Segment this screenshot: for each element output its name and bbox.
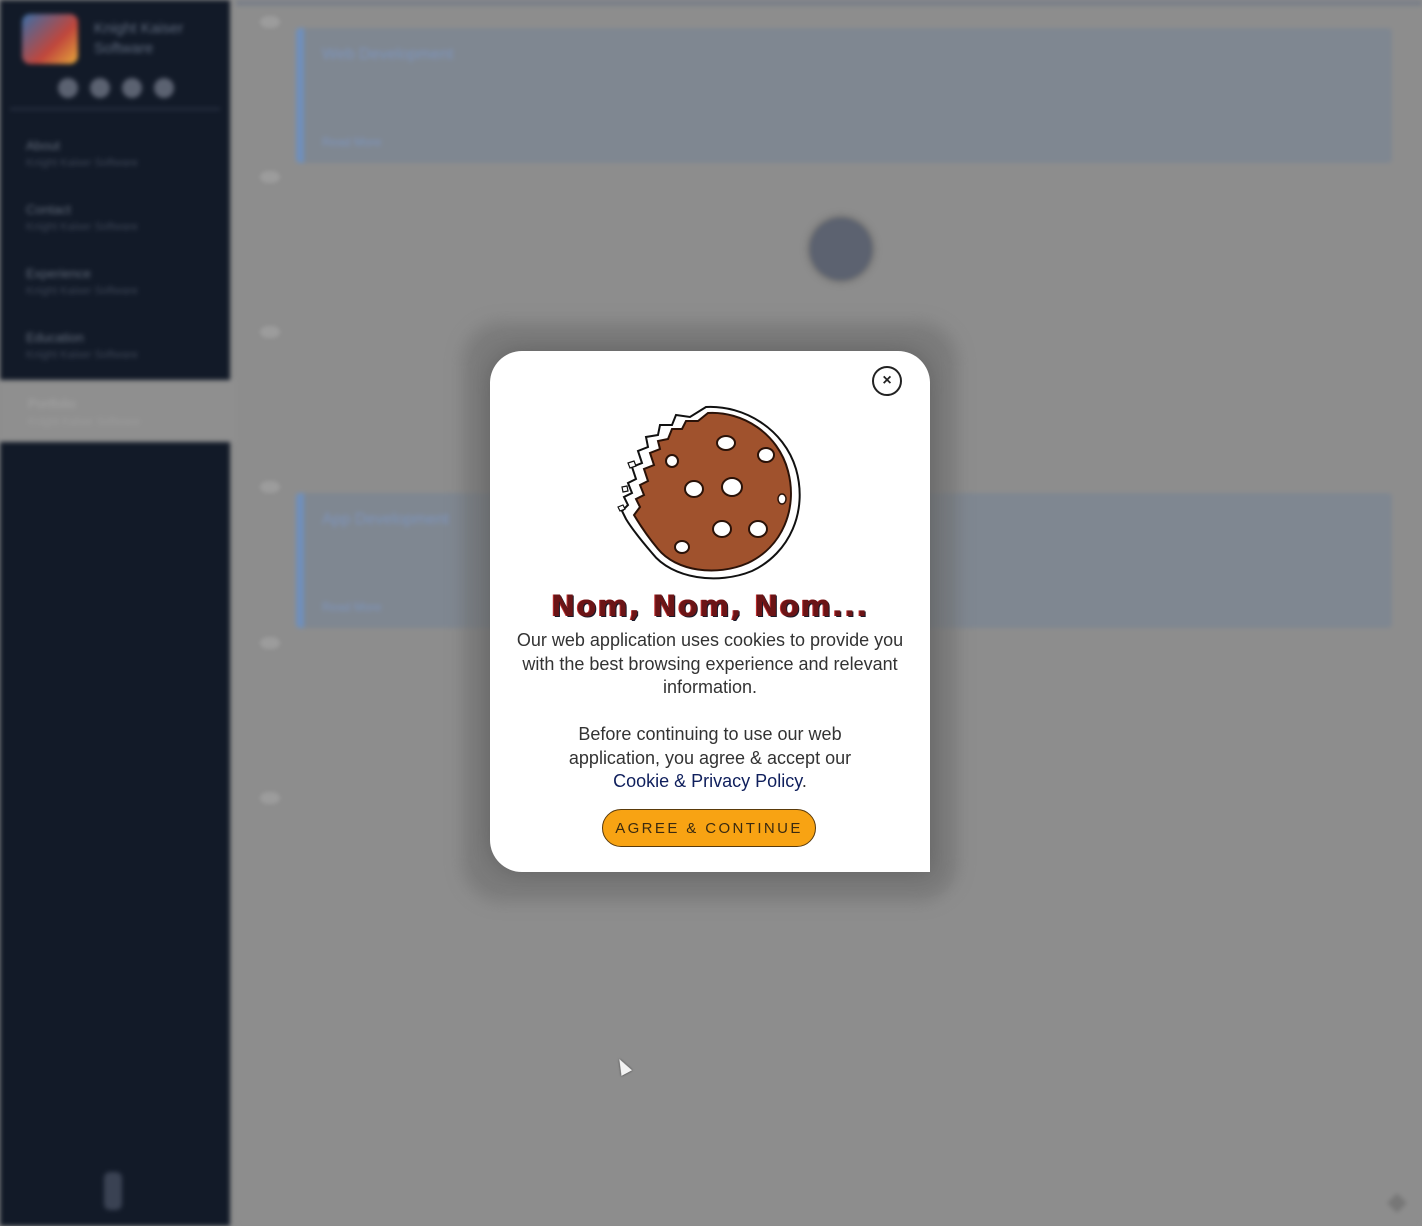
loading-spinner-icon: [810, 218, 872, 280]
scroll-top-icon[interactable]: [1387, 1193, 1407, 1213]
sidebar-item-subtitle: Knight Kaiser Software: [28, 416, 140, 428]
scroll-handle-icon[interactable]: [104, 1172, 122, 1210]
sidebar-item-subtitle: Knight Kaiser Software: [26, 349, 138, 361]
timeline-marker: [258, 169, 282, 185]
social-links: [58, 78, 174, 98]
sidebar-item-subtitle: Knight Kaiser Software: [26, 221, 138, 233]
sidebar-item-subtitle: Knight Kaiser Software: [26, 157, 138, 169]
brand-logo: [22, 14, 78, 64]
card-link[interactable]: Read More: [322, 135, 381, 149]
brand-name: Knight Kaiser Software: [94, 20, 184, 57]
social-icon-1[interactable]: [58, 78, 78, 98]
timeline-marker: [258, 479, 282, 495]
card-title: App Development: [322, 511, 450, 528]
sidebar-item-title: Contact: [26, 202, 71, 217]
sidebar-divider: [10, 108, 220, 110]
sidebar-item-title: Experience: [26, 266, 92, 281]
sidebar-item-about[interactable]: About Knight Kaiser Software: [26, 138, 216, 202]
sidebar-item-portfolio[interactable]: Portfolio Knight Kaiser Software: [0, 380, 236, 442]
sidebar: Knight Kaiser Software About Knight Kais…: [0, 0, 230, 1226]
modal-title: Nom, Nom, Nom...: [551, 589, 869, 623]
card-link[interactable]: Read More: [322, 600, 381, 614]
sidebar-nav: About Knight Kaiser Software Contact Kni…: [26, 138, 216, 394]
brand: Knight Kaiser Software: [22, 14, 204, 64]
sidebar-item-title: About: [26, 138, 60, 153]
social-icon-4[interactable]: [154, 78, 174, 98]
top-bar: [236, 0, 1422, 6]
timeline-marker: [258, 324, 282, 340]
sidebar-item-experience[interactable]: Experience Knight Kaiser Software: [26, 266, 216, 330]
agree-continue-button[interactable]: AGREE & CONTINUE: [602, 809, 816, 847]
social-icon-3[interactable]: [122, 78, 142, 98]
cookie-consent-modal: × Nom, Nom, Nom... Our web application u…: [490, 351, 930, 872]
social-icon-2[interactable]: [90, 78, 110, 98]
sidebar-item-contact[interactable]: Contact Knight Kaiser Software: [26, 202, 216, 266]
sidebar-item-subtitle: Knight Kaiser Software: [26, 285, 138, 297]
close-button[interactable]: ×: [872, 366, 902, 396]
consent-notice: Before continuing to use our web applica…: [550, 723, 870, 794]
privacy-policy-link[interactable]: Cookie & Privacy Policy: [613, 771, 802, 791]
card-title: Web Development: [322, 46, 454, 63]
cookie-icon: [617, 405, 801, 580]
timeline-marker: [258, 790, 282, 806]
timeline-marker: [258, 14, 282, 30]
sidebar-item-title: Portfolio: [28, 396, 76, 411]
timeline-marker: [258, 635, 282, 651]
content-card[interactable]: Web Development Read More: [296, 28, 1392, 163]
cookie-description: Our web application uses cookies to prov…: [516, 630, 904, 697]
consent-notice-text: Before continuing to use our web applica…: [568, 724, 852, 768]
consent-notice-end: .: [801, 771, 807, 791]
sidebar-item-title: Education: [26, 330, 84, 345]
